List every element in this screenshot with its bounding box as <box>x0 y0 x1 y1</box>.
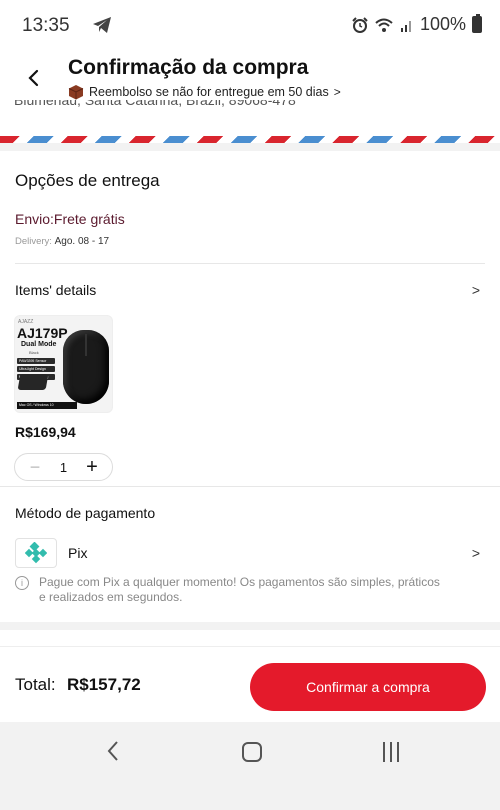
status-icons: 100% <box>352 14 482 35</box>
decrease-quantity-button[interactable]: − <box>25 457 45 478</box>
delivery-date-label: Delivery: <box>15 236 52 247</box>
nav-home-icon[interactable] <box>242 742 262 762</box>
charging-dock-graphic <box>17 374 49 390</box>
pix-logo-graphic <box>25 542 47 564</box>
battery-icon <box>472 14 482 33</box>
page-title: Confirmação da compra <box>68 56 309 79</box>
refund-text: Reembolso se não for entregue em 50 dias <box>89 85 329 99</box>
thumb-mode: Dual Mode <box>21 341 57 348</box>
pix-icon <box>15 538 57 568</box>
divider <box>15 263 485 264</box>
divider <box>0 486 500 487</box>
nav-recents-icon[interactable] <box>383 742 399 762</box>
delivery-section-title: Opções de entrega <box>15 171 160 190</box>
address-text: Blumenau, Santa Catarina, Brazil, 89068-… <box>14 100 296 108</box>
quantity-stepper: − 1 + <box>14 453 113 481</box>
telegram-icon <box>93 17 111 33</box>
thumb-feature: Ultra-light Design <box>17 366 55 372</box>
total-value: R$157,72 <box>67 675 141 694</box>
section-divider <box>0 622 500 630</box>
chevron-right-icon[interactable]: > <box>472 282 480 298</box>
alarm-icon <box>352 16 368 33</box>
wifi-icon <box>375 18 393 32</box>
increase-quantity-button[interactable]: + <box>82 456 102 479</box>
total-label: Total: <box>15 675 56 694</box>
thumb-model: AJ179P <box>17 325 68 341</box>
thumb-color: Black <box>29 350 39 355</box>
back-arrow-icon[interactable] <box>20 64 48 92</box>
system-nav-bar <box>0 722 500 810</box>
payment-note: Pague com Pix a qualquer momento! Os pag… <box>39 575 440 604</box>
status-time: 13:35 <box>22 15 70 36</box>
quantity-value: 1 <box>59 459 68 475</box>
package-icon <box>68 85 84 100</box>
product-image[interactable]: AJAZZ AJ179P Dual Mode Black PAW3395 Sen… <box>14 315 113 413</box>
shipping-option[interactable]: Envio:Frete grátis <box>15 211 125 227</box>
signal-icon <box>400 20 411 32</box>
payment-section-title: Método de pagamento <box>15 505 156 521</box>
delivery-date: Delivery: Ago. 08 - 17 <box>15 236 109 247</box>
header: Confirmação da compra Reembolso se não f… <box>0 50 500 106</box>
status-bar: 13:35 100% <box>0 0 500 50</box>
airmail-border <box>0 136 500 143</box>
nav-back-icon[interactable] <box>104 740 122 762</box>
refund-guarantee-link[interactable]: Reembolso se não for entregue em 50 dias… <box>68 84 341 100</box>
chevron-right-icon[interactable]: > <box>472 545 480 561</box>
thumb-compat: Mac OS / Windows 10 <box>17 402 77 409</box>
section-divider <box>0 143 500 151</box>
items-section-title[interactable]: Items' details <box>15 282 96 298</box>
address-strip[interactable]: Blumenau, Santa Catarina, Brazil, 89068-… <box>0 100 500 116</box>
confirm-purchase-button[interactable]: Confirmar a compra <box>250 663 486 711</box>
battery-percent: 100% <box>419 14 466 34</box>
chevron-right-icon: > <box>333 85 341 99</box>
payment-method-pix[interactable]: Pix <box>68 545 87 561</box>
delivery-date-value: Ago. 08 - 17 <box>54 236 110 247</box>
thumb-feature: PAW3395 Sensor <box>17 358 55 364</box>
checkout-footer: Total: R$157,72 Confirmar a compra <box>0 646 500 722</box>
product-price: R$169,94 <box>15 424 76 440</box>
mouse-graphic <box>63 330 109 404</box>
info-icon: i <box>15 576 29 590</box>
